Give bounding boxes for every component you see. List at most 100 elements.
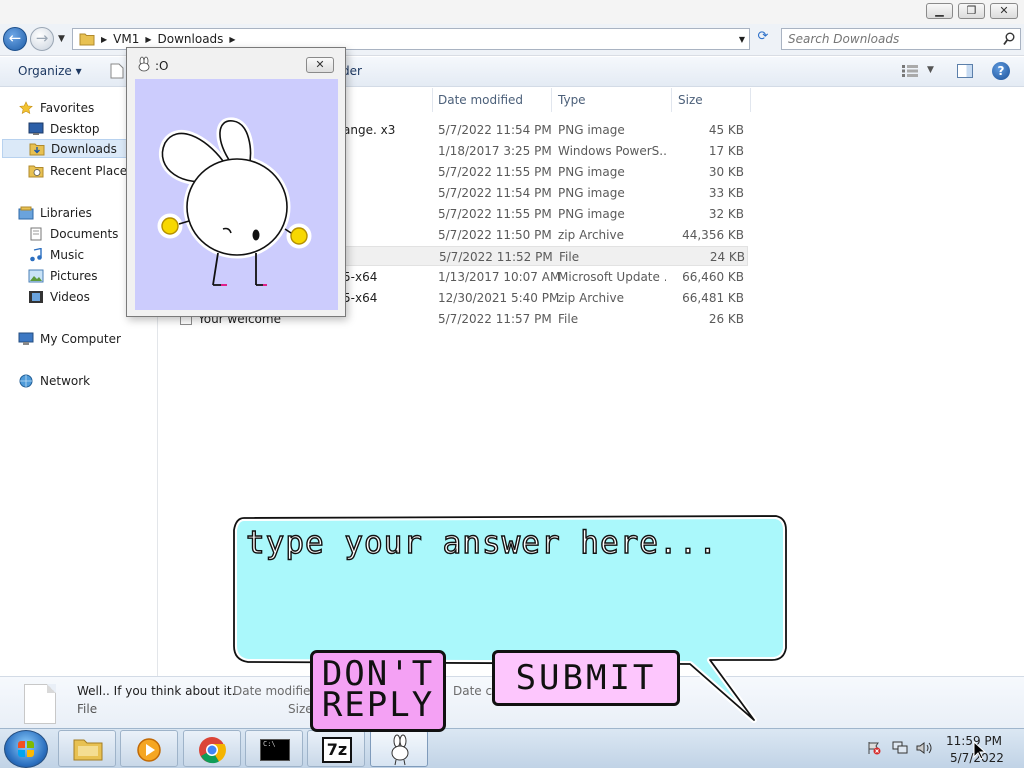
taskbar-chrome[interactable]	[183, 730, 241, 767]
nav-music[interactable]: Music	[28, 245, 84, 264]
column-header-size[interactable]: Size	[678, 93, 703, 107]
bunny-popup-window[interactable]: :O ✕	[126, 47, 346, 317]
taskbar: C:\ 7z 11:59 PM 5/7/2022	[0, 728, 1024, 768]
file-date-modified: 5/7/2022 11:52 PM	[439, 250, 553, 264]
file-date-modified: 1/13/2017 10:07 AM	[438, 270, 561, 284]
file-type: File	[559, 250, 580, 264]
column-header-type[interactable]: Type	[558, 93, 586, 107]
refresh-icon[interactable]: ⟳	[752, 29, 774, 49]
file-type: PNG image	[558, 207, 625, 221]
nav-pictures[interactable]: Pictures	[28, 266, 98, 285]
nav-documents[interactable]: Documents	[28, 224, 118, 243]
pictures-icon	[28, 269, 44, 282]
answer-input[interactable]	[246, 525, 771, 647]
details-filename: Well.. If you think about it.	[77, 684, 236, 698]
file-type: PNG image	[558, 123, 625, 137]
submit-button[interactable]: SUBMIT	[492, 650, 680, 706]
column-divider[interactable]	[671, 88, 672, 112]
breadcrumb-downloads[interactable]: Downloads	[158, 32, 224, 46]
bunny-canvas	[135, 79, 338, 310]
taskbar-media-player[interactable]	[120, 730, 178, 767]
column-divider[interactable]	[432, 88, 433, 112]
nav-desktop[interactable]: Desktop	[28, 119, 100, 138]
nav-videos[interactable]: Videos	[28, 287, 90, 306]
column-divider[interactable]	[750, 88, 751, 112]
taskbar-bunny-app[interactable]	[370, 730, 428, 767]
preview-pane-button[interactable]	[957, 64, 973, 78]
network-status-icon[interactable]	[892, 741, 908, 755]
chevron-right-icon[interactable]: ▶	[229, 35, 235, 44]
start-button[interactable]	[4, 730, 48, 768]
taskbar-cmd[interactable]: C:\	[245, 730, 303, 767]
taskbar-explorer[interactable]	[58, 730, 116, 767]
star-icon	[19, 100, 33, 114]
recent-places-icon	[28, 165, 44, 177]
file-size: 66,481 KB	[682, 291, 744, 305]
file-name: 5-x64	[343, 291, 378, 305]
minimize-button[interactable]: ▁	[926, 3, 953, 19]
nav-libraries[interactable]: Libraries	[18, 203, 92, 222]
file-type: File	[558, 312, 579, 326]
file-type: zip Archive	[558, 291, 624, 305]
close-button[interactable]: ✕	[990, 3, 1018, 19]
file-size: 33 KB	[708, 186, 744, 200]
popup-close-button[interactable]: ✕	[306, 57, 334, 73]
search-icon[interactable]	[1003, 32, 1015, 46]
column-header-date[interactable]: Date modified	[438, 93, 523, 107]
file-size: 30 KB	[708, 165, 744, 179]
file-type: Microsoft Update ...	[558, 270, 666, 284]
videos-icon	[29, 290, 43, 303]
file-type: PNG image	[558, 186, 625, 200]
file-size: 17 KB	[708, 144, 744, 158]
bunny-illustration	[157, 117, 312, 286]
file-date-modified: 1/18/2017 3:25 PM	[438, 144, 552, 158]
explorer-folder-icon	[73, 739, 103, 761]
chevron-right-icon[interactable]: ▶	[101, 35, 107, 44]
nav-my-computer[interactable]: My Computer	[18, 329, 121, 348]
explorer-titlebar: ▁ ❐ ✕	[0, 0, 1024, 24]
taskbar-7zip[interactable]: 7z	[307, 730, 365, 767]
help-icon[interactable]: ?	[992, 62, 1010, 80]
breadcrumb-vm1[interactable]: VM1	[113, 32, 139, 46]
media-player-icon	[137, 738, 161, 762]
mouse-cursor-icon	[973, 741, 987, 760]
action-center-flag-icon[interactable]	[867, 741, 881, 755]
recent-pages-arrow-icon[interactable]: ▼	[58, 34, 65, 44]
change-view-button[interactable]: ▼	[900, 63, 938, 81]
nav-network[interactable]: Network	[18, 371, 90, 390]
bunny-app-icon	[138, 56, 150, 72]
nav-favorites[interactable]: Favorites	[18, 98, 94, 117]
downloads-folder-icon	[29, 143, 45, 155]
file-date-modified: 5/7/2022 11:54 PM	[438, 123, 552, 137]
file-size: 26 KB	[708, 312, 744, 326]
maximize-button[interactable]: ❐	[958, 3, 985, 19]
volume-icon[interactable]	[916, 741, 932, 755]
desktop-icon	[28, 122, 44, 135]
file-size: 66,460 KB	[682, 270, 744, 284]
details-kind: File	[77, 702, 98, 716]
back-button[interactable]: ←	[3, 27, 27, 51]
chevron-down-icon[interactable]: ▼	[927, 65, 934, 75]
dont-reply-button[interactable]: DON'T REPLY	[310, 650, 446, 732]
file-date-modified: 5/7/2022 11:54 PM	[438, 186, 552, 200]
file-name: ange. x3	[343, 123, 396, 137]
file-type: PNG image	[558, 165, 625, 179]
file-type: zip Archive	[558, 228, 624, 242]
network-icon	[19, 374, 33, 387]
address-dropdown-icon[interactable]: ▼	[739, 35, 745, 44]
popup-title: :O	[155, 59, 169, 73]
file-name: 5-x64	[343, 270, 378, 284]
libraries-icon	[18, 206, 34, 219]
file-date-modified: 5/7/2022 11:57 PM	[438, 312, 552, 326]
column-divider[interactable]	[551, 88, 552, 112]
forward-button[interactable]: →	[30, 27, 54, 51]
document-icon[interactable]	[110, 63, 124, 79]
details-size-label: Size	[288, 702, 313, 716]
chevron-right-icon[interactable]: ▶	[145, 35, 151, 44]
file-size: 44,356 KB	[682, 228, 744, 242]
folder-icon	[79, 33, 95, 46]
search-input[interactable]	[788, 32, 998, 46]
organize-button[interactable]: Organize ▾	[18, 64, 82, 78]
nav-recent-places[interactable]: Recent Places	[28, 161, 133, 180]
search-box[interactable]	[781, 28, 1021, 50]
